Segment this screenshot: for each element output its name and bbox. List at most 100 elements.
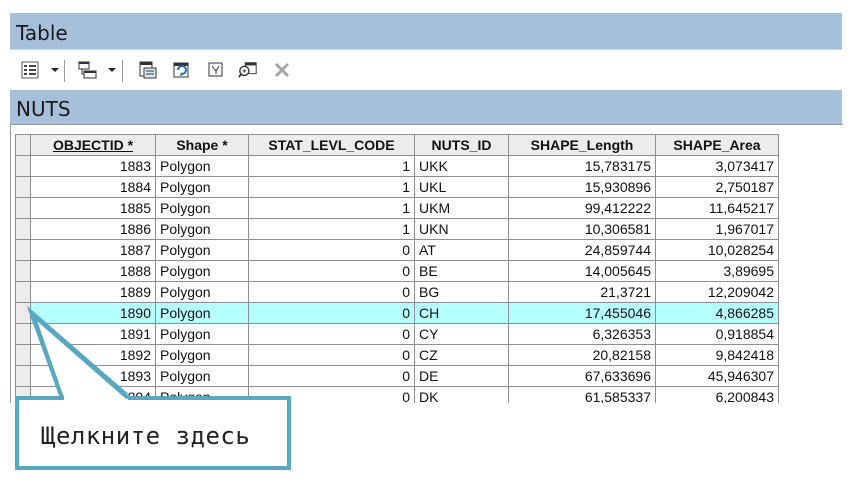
cell-stat-levl-code[interactable]: 1: [248, 197, 415, 219]
cell-shape[interactable]: Polygon: [155, 260, 249, 282]
related-tables-icon[interactable]: [78, 60, 98, 80]
row-selector[interactable]: [15, 239, 31, 261]
cell-nuts-id[interactable]: UKK: [414, 155, 509, 177]
cell-objectid[interactable]: 1887: [30, 239, 156, 261]
cell-shape[interactable]: Polygon: [155, 302, 249, 324]
cell-objectid[interactable]: 1885: [30, 197, 156, 219]
cell-shape[interactable]: Polygon: [155, 323, 249, 345]
cell-nuts-id[interactable]: UKM: [414, 197, 509, 219]
cell-stat-levl-code[interactable]: 0: [248, 260, 415, 282]
cell-shape-length[interactable]: 21,3721: [508, 281, 656, 303]
column-header-shape-length[interactable]: SHAPE_Length: [508, 134, 656, 156]
cell-stat-levl-code[interactable]: 1: [248, 155, 415, 177]
cell-nuts-id[interactable]: BG: [414, 281, 509, 303]
cell-stat-levl-code[interactable]: 0: [248, 281, 415, 303]
cell-shape-length[interactable]: 17,455046: [508, 302, 656, 324]
column-header-stat-levl-code[interactable]: STAT_LEVL_CODE: [248, 134, 415, 156]
row-selector[interactable]: [15, 302, 31, 324]
cell-shape-length[interactable]: 24,859744: [508, 239, 656, 261]
cell-nuts-id[interactable]: CH: [414, 302, 509, 324]
cell-shape-length[interactable]: 10,306581: [508, 218, 656, 240]
cell-shape-length[interactable]: 20,82158: [508, 344, 656, 366]
cell-shape[interactable]: Polygon: [155, 281, 249, 303]
cell-shape-area[interactable]: 2,750187: [655, 176, 779, 198]
cell-shape-area[interactable]: 0,918854: [655, 323, 779, 345]
select-all-cell[interactable]: [15, 134, 31, 156]
select-by-attributes-icon[interactable]: [138, 60, 158, 80]
window-titlebar: Table: [10, 13, 842, 49]
row-selector[interactable]: [15, 365, 31, 387]
row-selector[interactable]: [15, 176, 31, 198]
cell-shape-area[interactable]: 45,946307: [655, 365, 779, 387]
delete-selected-icon[interactable]: [272, 60, 292, 80]
row-selector[interactable]: [15, 344, 31, 366]
cell-stat-levl-code[interactable]: 0: [248, 344, 415, 366]
cell-shape-area[interactable]: 3,073417: [655, 155, 779, 177]
cell-shape-length[interactable]: 67,633696: [508, 365, 656, 387]
cell-shape-area[interactable]: 3,89695: [655, 260, 779, 282]
tab-nuts[interactable]: NUTS: [16, 97, 71, 121]
cell-nuts-id[interactable]: CZ: [414, 344, 509, 366]
cell-nuts-id[interactable]: DK: [414, 386, 509, 403]
cell-shape[interactable]: Polygon: [155, 197, 249, 219]
cell-objectid[interactable]: 1892: [30, 344, 156, 366]
cell-nuts-id[interactable]: AT: [414, 239, 509, 261]
row-selector[interactable]: [15, 218, 31, 240]
cell-shape-length[interactable]: 61,585337: [508, 386, 656, 403]
cell-objectid[interactable]: 1886: [30, 218, 156, 240]
zoom-to-selected-icon[interactable]: [238, 60, 258, 80]
row-selector[interactable]: [15, 197, 31, 219]
row-selector[interactable]: [15, 260, 31, 282]
cell-nuts-id[interactable]: BE: [414, 260, 509, 282]
cell-objectid[interactable]: 1890: [30, 302, 156, 324]
related-tables-dropdown-icon[interactable]: [108, 68, 116, 72]
cell-shape[interactable]: Polygon: [155, 344, 249, 366]
cell-nuts-id[interactable]: UKL: [414, 176, 509, 198]
cell-shape-length[interactable]: 15,930896: [508, 176, 656, 198]
cell-stat-levl-code[interactable]: 0: [248, 239, 415, 261]
cell-shape-length[interactable]: 14,005645: [508, 260, 656, 282]
row-selector[interactable]: [15, 323, 31, 345]
column-header-objectid[interactable]: OBJECTID *: [30, 134, 156, 156]
cell-objectid[interactable]: 1889: [30, 281, 156, 303]
cell-shape[interactable]: Polygon: [155, 218, 249, 240]
column-header-shape[interactable]: Shape *: [155, 134, 249, 156]
table-options-icon[interactable]: [20, 60, 40, 80]
cell-nuts-id[interactable]: UKN: [414, 218, 509, 240]
cell-stat-levl-code[interactable]: 0: [248, 323, 415, 345]
cell-stat-levl-code[interactable]: 0: [248, 302, 415, 324]
cell-nuts-id[interactable]: CY: [414, 323, 509, 345]
cell-objectid[interactable]: 1888: [30, 260, 156, 282]
cell-shape-area[interactable]: 9,842418: [655, 344, 779, 366]
cell-objectid[interactable]: 1884: [30, 176, 156, 198]
cell-shape-area[interactable]: 12,209042: [655, 281, 779, 303]
cell-shape-area[interactable]: 10,028254: [655, 239, 779, 261]
cell-stat-levl-code[interactable]: 0: [248, 365, 415, 387]
cell-objectid[interactable]: 1893: [30, 365, 156, 387]
cell-shape[interactable]: Polygon: [155, 365, 249, 387]
cell-stat-levl-code[interactable]: 1: [248, 176, 415, 198]
cell-shape-length[interactable]: 6,326353: [508, 323, 656, 345]
cell-shape[interactable]: Polygon: [155, 155, 249, 177]
switch-selection-icon[interactable]: [172, 60, 192, 80]
clear-selection-icon[interactable]: [206, 60, 226, 80]
cell-objectid[interactable]: 1891: [30, 323, 156, 345]
cell-stat-levl-code[interactable]: 1: [248, 218, 415, 240]
cell-shape-area[interactable]: 11,645217: [655, 197, 779, 219]
column-header-shape-area[interactable]: SHAPE_Area: [655, 134, 779, 156]
cell-shape-area[interactable]: 1,967017: [655, 218, 779, 240]
table-options-dropdown-icon[interactable]: [51, 68, 59, 72]
cell-shape-area[interactable]: 4,866285: [655, 302, 779, 324]
row-selector[interactable]: [15, 281, 31, 303]
column-header-nuts-id[interactable]: NUTS_ID: [414, 134, 509, 156]
cell-shape-area[interactable]: 6,200843: [655, 386, 779, 403]
table-row: 1886 Polygon 1 UKN 10,306581 1,967017: [15, 218, 779, 240]
cell-shape[interactable]: Polygon: [155, 176, 249, 198]
cell-nuts-id[interactable]: DE: [414, 365, 509, 387]
table-row: 1888 Polygon 0 BE 14,005645 3,89695: [15, 260, 779, 282]
cell-shape-length[interactable]: 15,783175: [508, 155, 656, 177]
cell-shape-length[interactable]: 99,412222: [508, 197, 656, 219]
cell-shape[interactable]: Polygon: [155, 239, 249, 261]
cell-objectid[interactable]: 1883: [30, 155, 156, 177]
row-selector[interactable]: [15, 155, 31, 177]
